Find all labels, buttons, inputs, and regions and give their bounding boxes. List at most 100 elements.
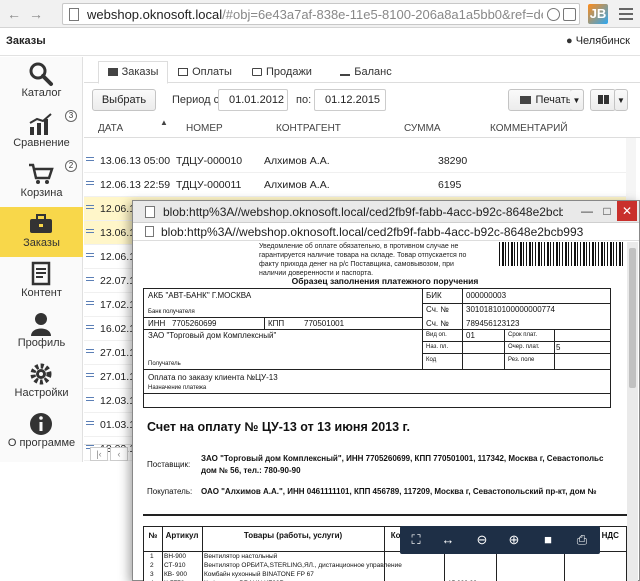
document-icon: [86, 157, 94, 161]
zoom-in-icon[interactable]: ⊕: [502, 529, 526, 551]
cart-icon: [29, 163, 54, 184]
document-scrollbar[interactable]: [627, 242, 638, 581]
column-header-number[interactable]: НОМЕР: [186, 123, 223, 134]
purpose-label: Назначение платежа: [148, 385, 207, 391]
column-header-contractor[interactable]: КОНТРАГЕНТ: [276, 123, 341, 134]
row-date: 27.01.1: [100, 371, 136, 383]
tab-label: Оплаты: [192, 66, 232, 78]
chevron-down-icon: ▼: [617, 96, 625, 105]
print-dropdown-button[interactable]: ▼: [570, 89, 584, 111]
briefcase-icon: [30, 214, 52, 233]
table-row[interactable]: 12.06.13 22:59 ТДЦУ-000011 Алхимов А.А. 619…: [84, 173, 630, 197]
sidebar-item-orders[interactable]: Заказы: [0, 207, 83, 257]
location-selector[interactable]: ● Челябинск: [566, 35, 630, 47]
minimize-icon[interactable]: —: [577, 201, 597, 221]
goods-cell-art: КВ- 900: [164, 571, 187, 578]
sidebar-item-label: Сравнение: [13, 137, 70, 149]
scales-icon: [340, 68, 351, 76]
document-icon: [86, 205, 94, 209]
popup-address-bar[interactable]: blob:http%3A//webshop.oknosoft.local/ced…: [133, 223, 639, 241]
close-icon[interactable]: ✕: [617, 201, 637, 221]
select-button[interactable]: Выбрать: [92, 89, 156, 111]
fit-width-icon[interactable]: ↔: [436, 529, 460, 551]
location-label: Челябинск: [575, 35, 630, 47]
row-date: 01.03.1: [100, 419, 136, 431]
prev-page-icon[interactable]: ‹: [110, 447, 128, 461]
address-bar[interactable]: webshop.oknosoft.local/#obj=6e43a7af-838…: [62, 3, 580, 25]
fit-page-icon[interactable]: ⛶: [404, 529, 428, 551]
document-icon: [86, 373, 94, 377]
chart-icon: [29, 113, 52, 135]
row-contractor: Алхимов А.А.: [264, 179, 330, 191]
bookmark-star-icon[interactable]: [563, 8, 576, 21]
corr-account-label: Сч. №: [426, 305, 449, 314]
tab-orders[interactable]: Заказы: [98, 61, 168, 84]
tab-balance[interactable]: Баланс: [326, 61, 406, 83]
tab-sales[interactable]: Продажи: [242, 61, 322, 83]
filter-toolbar: Выбрать Период с: 01.01.2012 по: 01.12.2…: [84, 84, 640, 118]
sidebar-item-profile[interactable]: Профиль: [0, 307, 83, 357]
scroll-thumb[interactable]: [629, 248, 636, 388]
tab-bar: Заказы Оплаты Продажи Баланс: [84, 57, 640, 84]
search-icon: [29, 62, 53, 86]
jetbrains-extension-icon[interactable]: JB: [588, 4, 608, 24]
browser-menu-icon[interactable]: [619, 8, 633, 20]
save-icon[interactable]: ■: [536, 529, 560, 551]
back-icon[interactable]: ←: [6, 6, 22, 22]
extension-icon[interactable]: [547, 8, 560, 21]
row-number: ТДЦУ-000010: [176, 155, 243, 167]
sidebar-item-catalog[interactable]: Каталог: [0, 57, 83, 107]
map-pin-icon: ●: [566, 35, 573, 47]
print-icon[interactable]: ⎙: [570, 529, 594, 551]
date-to-input[interactable]: 01.12.2015: [314, 89, 386, 111]
view-mode-button[interactable]: [590, 89, 616, 111]
first-page-icon[interactable]: |‹: [90, 447, 108, 461]
briefcase-icon: [107, 68, 118, 76]
buyer-value: ОАО "Алхимов А.А.", ИНН 0461111101, КПП …: [201, 487, 597, 496]
sidebar-item-compare[interactable]: Сравнение 3: [0, 107, 83, 157]
money-icon: [178, 68, 189, 76]
view-mode-dropdown-button[interactable]: ▼: [614, 89, 628, 111]
column-header-comment[interactable]: КОММЕНТАРИЙ: [490, 123, 568, 134]
inn-value: 7705260699: [172, 319, 217, 328]
tab-label: Баланс: [354, 66, 392, 78]
url-path: /#obj=6e43a7af-838e-11e5-8100-206a8a1a5b…: [222, 7, 543, 22]
ocher-value: 5: [556, 343, 561, 352]
row-contractor: Алхимов А.А.: [264, 155, 330, 167]
recipient-name: ЗАО "Торговый дом Комплексный": [148, 331, 277, 340]
sidebar-item-content[interactable]: Контент: [0, 257, 83, 307]
vid-op-value: 01: [466, 331, 475, 340]
forward-icon[interactable]: →: [28, 6, 44, 22]
date-from-input[interactable]: 01.01.2012: [218, 89, 288, 111]
recipient-label: Получатель: [148, 361, 181, 367]
zoom-out-icon[interactable]: ⊖: [470, 529, 494, 551]
goods-cell-n: 2: [150, 562, 154, 569]
sidebar: Каталог Сравнение 3 Корзина 2 Заказы Кон…: [0, 57, 83, 462]
row-date: 17.02.1: [100, 299, 136, 311]
window-title: blob:http%3A//webshop.oknosoft.local/ced…: [163, 205, 563, 219]
table-row[interactable]: 13.06.13 05:00 ТДЦУ-000010 Алхимов А.А. 382…: [84, 149, 630, 173]
sort-asc-icon: ▲: [160, 118, 168, 127]
inn-label: ИНН: [148, 319, 166, 328]
column-header-date[interactable]: ДАТА: [98, 123, 123, 134]
row-date: 12.03.1: [100, 395, 136, 407]
sidebar-item-settings[interactable]: Настройки: [0, 357, 83, 407]
sidebar-item-cart[interactable]: Корзина 2: [0, 157, 83, 207]
tab-label: Продажи: [266, 66, 312, 78]
row-number: ТДЦУ-000011: [176, 179, 242, 191]
sidebar-item-about[interactable]: О программе: [0, 407, 83, 457]
goods-column-header: Товары (работы, услуги): [243, 531, 343, 540]
cart-count-badge: 2: [65, 160, 77, 172]
period-to-label: по:: [296, 94, 312, 106]
print-label: Печать: [535, 94, 572, 106]
bank-recipient-label: Банк получателя: [148, 309, 195, 315]
tab-payments[interactable]: Оплаты: [170, 61, 240, 83]
document-icon: [86, 181, 94, 185]
tab-label: Заказы: [121, 66, 159, 78]
page-icon: [145, 206, 155, 218]
column-header-sum[interactable]: СУММА: [404, 123, 441, 134]
bank-details-table: АКБ "АВТ-БАНК" Г.МОСКВА Банк получателя …: [143, 288, 611, 408]
maximize-icon[interactable]: □: [597, 201, 617, 221]
row-date: 12.06.13 22:59: [100, 179, 171, 191]
row-date: 12.06.1: [100, 251, 136, 263]
